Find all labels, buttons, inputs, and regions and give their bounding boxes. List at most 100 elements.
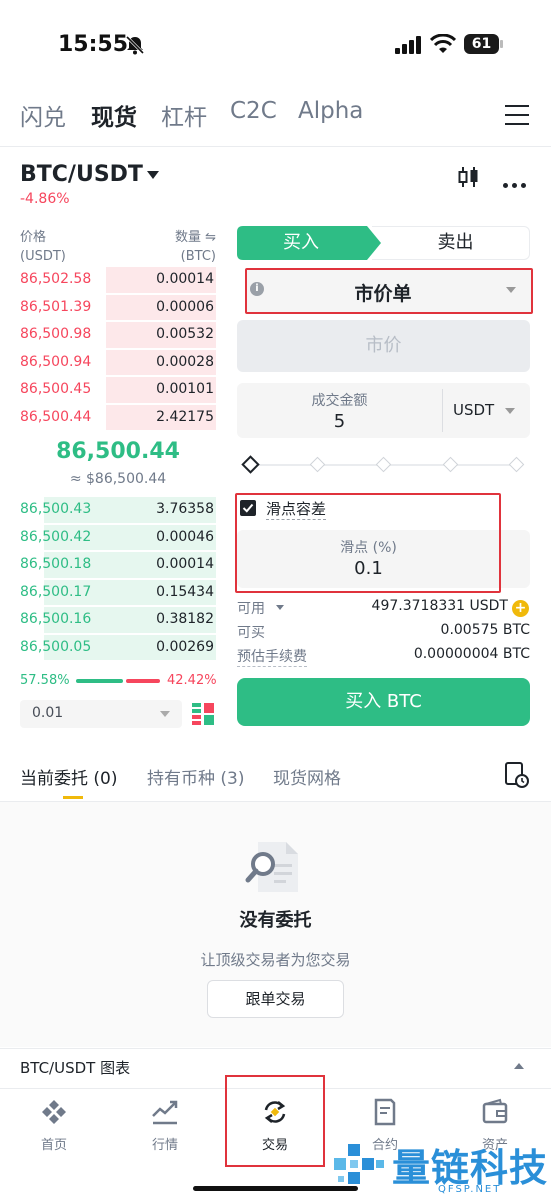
order-history-icon[interactable] — [505, 762, 529, 788]
signal-icon — [395, 36, 421, 54]
battery-level: 61 — [464, 34, 499, 54]
order-book-row[interactable]: 86,500.44 2.42175 — [20, 404, 216, 432]
can-buy-value: 0.00575 BTC — [440, 622, 530, 638]
futures-icon — [374, 1098, 396, 1126]
bell-muted-icon — [125, 35, 145, 55]
buy-tab[interactable]: 买入 — [237, 226, 381, 260]
order-book-row[interactable]: 86,500.17 0.15434 — [20, 579, 216, 607]
price-header: 价格 (USDT) — [20, 230, 66, 264]
order-book-price: 86,500.17 — [20, 583, 92, 600]
slippage-label[interactable]: 滑点容差 — [266, 498, 327, 520]
available-label: 可用 — [237, 601, 265, 617]
buy-ratio-bar — [76, 679, 123, 683]
caret-down-icon[interactable] — [147, 171, 159, 179]
nav-home-label: 首页 — [40, 1138, 67, 1153]
sell-tab[interactable]: 卖出 — [372, 226, 530, 260]
caret-down-icon[interactable] — [276, 605, 284, 610]
order-book-price: 86,500.94 — [20, 353, 92, 370]
empty-subtitle: 让顶级交易者为您交易 — [200, 951, 351, 969]
order-book-quantity: 0.00046 — [156, 528, 214, 545]
order-book-row[interactable]: 86,500.16 0.38182 — [20, 606, 216, 634]
order-book-quantity: 0.00028 — [156, 353, 214, 370]
order-book-row[interactable]: 86,502.58 0.00014 — [20, 266, 216, 294]
slider-handle[interactable] — [241, 455, 260, 474]
chart-section-title[interactable]: BTC/USDT 图表 — [20, 1057, 130, 1078]
quantity-header[interactable]: 数量 ⇋ (BTC) — [150, 228, 216, 266]
tab-spot[interactable]: 现货 — [91, 98, 137, 132]
trade-nav-highlight — [225, 1075, 325, 1167]
wifi-icon — [430, 34, 456, 53]
order-book-price: 86,500.18 — [20, 556, 92, 572]
markets-icon — [152, 1100, 178, 1125]
home-icon — [42, 1100, 66, 1124]
order-book-price: 86,500.16 — [20, 611, 92, 627]
order-book-row[interactable]: 86,500.05 0.00269 — [20, 634, 216, 662]
nav-markets-label: 行情 — [151, 1138, 178, 1153]
add-funds-icon[interactable]: + — [512, 600, 529, 617]
order-book-quantity: 0.38182 — [156, 611, 214, 627]
candlestick-chart-icon[interactable] — [458, 165, 480, 189]
order-book-price: 86,500.44 — [20, 408, 92, 425]
caret-up-icon[interactable] — [514, 1063, 524, 1069]
order-book-row[interactable]: 86,500.94 0.00028 — [20, 349, 216, 377]
order-book-quantity: 0.00269 — [156, 638, 214, 655]
order-book-row[interactable]: 86,500.42 0.00046 — [20, 524, 216, 552]
order-book-quantity: 3.76358 — [156, 501, 214, 517]
tab-spot-grid[interactable]: 现货网格 — [273, 764, 341, 789]
slider-step-25[interactable] — [309, 456, 326, 473]
last-price-usd: ≈ $86,500.44 — [69, 471, 167, 487]
price-input: 市价 — [237, 320, 530, 372]
home-indicator — [193, 1186, 358, 1191]
fee-row: 预估手续费 0.00000004 BTC — [237, 646, 530, 668]
amount-label: 成交金额 — [311, 393, 368, 409]
order-type-label: 市价单 — [354, 283, 412, 305]
order-book-row[interactable]: 86,501.39 0.00006 — [20, 294, 216, 322]
amount-unit-select[interactable]: USDT — [453, 401, 494, 419]
price-step-select[interactable]: 0.01 — [20, 700, 182, 728]
sell-ratio-bar — [125, 679, 160, 683]
tab-convert[interactable]: 闪兑 — [20, 98, 66, 132]
tab-alpha[interactable]: Alpha — [298, 98, 363, 124]
available-value: 497.3718331 USDT — [371, 598, 508, 614]
buy-ratio: 57.58% — [20, 673, 70, 688]
amount-value[interactable]: 5 — [237, 411, 442, 432]
order-book-quantity: 0.15434 — [156, 583, 214, 600]
order-book-price: 86,501.39 — [20, 298, 92, 315]
fee-label[interactable]: 预估手续费 — [237, 646, 307, 667]
active-tab-indicator — [63, 796, 83, 799]
tab-holdings[interactable]: 持有币种 (3) — [147, 764, 244, 789]
order-book-quantity: 0.00014 — [156, 271, 214, 287]
nav-home[interactable]: 首页 — [9, 1098, 99, 1153]
empty-title: 没有委托 — [239, 910, 312, 931]
tab-margin[interactable]: 杠杆 — [161, 98, 207, 132]
pair-selector[interactable]: BTC/USDT — [20, 162, 143, 187]
order-book-quantity: 2.42175 — [156, 408, 214, 425]
order-book-quantity: 0.00006 — [156, 298, 214, 315]
caret-down-icon[interactable] — [506, 287, 516, 293]
tab-c2c[interactable]: C2C — [230, 98, 277, 124]
order-book-quantity: 0.00532 — [156, 326, 214, 342]
caret-down-icon[interactable] — [160, 711, 170, 717]
order-book-quantity: 0.00101 — [156, 381, 214, 397]
nav-markets[interactable]: 行情 — [120, 1098, 210, 1153]
caret-down-icon[interactable] — [505, 408, 515, 414]
slider-step-50[interactable] — [375, 456, 392, 473]
order-book-row[interactable]: 86,500.18 0.00014 — [20, 551, 216, 579]
order-book-row[interactable]: 86,500.98 0.00532 — [20, 321, 216, 349]
order-book-price: 86,502.58 — [20, 271, 92, 287]
tab-open-orders[interactable]: 当前委托 (0) — [20, 764, 117, 789]
slider-step-75[interactable] — [442, 456, 459, 473]
order-book-price: 86,500.05 — [20, 638, 92, 655]
buy-btc-button[interactable]: 买入 BTC — [237, 678, 530, 726]
order-book-price: 86,500.45 — [20, 381, 92, 397]
menu-icon[interactable] — [505, 105, 529, 127]
order-book-row[interactable]: 86,500.45 0.00101 — [20, 376, 216, 404]
more-icon[interactable] — [503, 173, 531, 188]
no-orders-icon — [245, 842, 298, 892]
order-book-price: 86,500.98 — [20, 326, 92, 342]
order-book-row[interactable]: 86,500.43 3.76358 — [20, 496, 216, 524]
copy-trading-button[interactable]: 跟单交易 — [207, 980, 344, 1018]
slider-step-100[interactable] — [508, 456, 525, 473]
slippage-checkbox[interactable] — [240, 500, 256, 516]
order-book-layout-icon[interactable] — [192, 702, 214, 726]
